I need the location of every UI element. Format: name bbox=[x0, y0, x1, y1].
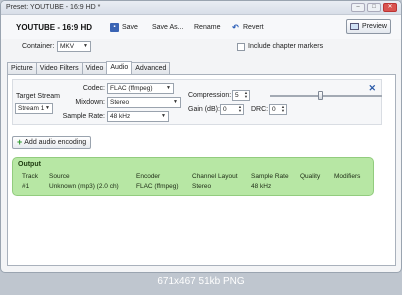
output-header-sample-rate: Sample Rate bbox=[251, 173, 289, 180]
compression-slider-thumb[interactable] bbox=[318, 91, 323, 100]
preset-window: Preset: YOUTUBE - 16:9 HD * – □ ✕ YOUTUB… bbox=[0, 0, 402, 273]
sample-rate-label: Sample Rate: bbox=[62, 113, 105, 120]
target-stream-label: Target Stream bbox=[16, 93, 60, 100]
tab-video-filters[interactable]: Video Filters bbox=[35, 62, 83, 74]
tab-video[interactable]: Video bbox=[81, 62, 108, 74]
container-row: Container: MKV ▼ Include chapter markers bbox=[1, 39, 401, 57]
output-cell-sample-rate: 48 kHz bbox=[251, 183, 272, 190]
plus-icon: + bbox=[17, 137, 23, 147]
compression-value: 5 bbox=[235, 92, 239, 99]
sample-rate-value: 48 kHz bbox=[110, 113, 131, 120]
output-title: Output bbox=[18, 161, 41, 168]
revert-label: Revert bbox=[243, 24, 264, 31]
output-cell-track: #1 bbox=[22, 183, 30, 190]
spinner-arrows-icon: ▲ ▼ bbox=[281, 104, 285, 113]
preview-button[interactable]: Preview bbox=[346, 19, 391, 34]
window-controls: – □ ✕ bbox=[351, 3, 397, 12]
codec-select[interactable]: FLAC (ffmpeg) ▼ bbox=[107, 83, 174, 94]
output-header-channel-layout: Channel Layout bbox=[192, 173, 238, 180]
drc-spinner[interactable]: 0 ▲ ▼ bbox=[269, 104, 287, 115]
preset-name: YOUTUBE - 16:9 HD bbox=[16, 23, 93, 32]
image-caption: 671x467 51kb PNG bbox=[157, 276, 245, 287]
maximize-button[interactable]: □ bbox=[367, 3, 381, 12]
close-button[interactable]: ✕ bbox=[383, 3, 397, 12]
toolbar: YOUTUBE - 16:9 HD ▪ Save Save As... Rena… bbox=[1, 15, 401, 39]
tab-picture[interactable]: Picture bbox=[7, 62, 37, 74]
settings-tabs: Picture Video Filters Video Audio Advanc… bbox=[7, 61, 171, 74]
title-bar: Preset: YOUTUBE - 16:9 HD * – □ ✕ bbox=[1, 1, 401, 15]
compression-label: Compression: bbox=[188, 92, 232, 99]
spinner-arrows-icon: ▲ ▼ bbox=[238, 104, 242, 113]
audio-track-card: ✕ Target Stream Stream 1 ▼ Codec: FLAC (… bbox=[12, 79, 382, 125]
revert-icon: ↶ bbox=[232, 23, 239, 32]
container-select[interactable]: MKV ▼ bbox=[57, 41, 91, 52]
rename-label: Rename bbox=[194, 24, 221, 31]
codec-label: Codec: bbox=[82, 85, 105, 92]
remove-track-icon[interactable]: ✕ bbox=[368, 83, 376, 94]
tab-audio[interactable]: Audio bbox=[106, 61, 133, 74]
drc-value: 0 bbox=[272, 106, 276, 113]
chevron-down-icon: ▼ bbox=[45, 105, 50, 111]
gain-value: 0 bbox=[223, 106, 227, 113]
audio-panel: ✕ Target Stream Stream 1 ▼ Codec: FLAC (… bbox=[7, 74, 396, 266]
output-header-modifiers: Modifiers bbox=[334, 173, 361, 180]
gain-label: Gain (dB): bbox=[188, 106, 220, 113]
mixdown-label: Mixdown: bbox=[75, 99, 105, 106]
save-button[interactable]: ▪ Save bbox=[110, 21, 138, 34]
output-header-encoder: Encoder bbox=[136, 173, 161, 180]
mixdown-value: Stereo bbox=[110, 99, 130, 106]
rename-button[interactable]: Rename bbox=[194, 21, 220, 34]
output-cell-encoder: FLAC (ffmpeg) bbox=[136, 183, 179, 190]
save-label: Save bbox=[122, 24, 138, 31]
preview-icon bbox=[350, 23, 360, 30]
gain-spinner[interactable]: 0 ▲ ▼ bbox=[220, 104, 244, 115]
container-label: Container: bbox=[22, 43, 55, 50]
minimize-button[interactable]: – bbox=[351, 3, 365, 12]
chevron-down-icon: ▼ bbox=[161, 113, 166, 119]
chevron-down-icon: ▼ bbox=[83, 43, 88, 49]
codec-value: FLAC (ffmpeg) bbox=[110, 85, 153, 92]
save-as-button[interactable]: Save As... bbox=[152, 21, 184, 34]
target-stream-value: Stream 1 bbox=[18, 105, 45, 112]
output-header-quality: Quality bbox=[300, 173, 321, 180]
target-stream-select[interactable]: Stream 1 ▼ bbox=[15, 103, 53, 114]
chevron-down-icon: ▼ bbox=[166, 85, 171, 91]
output-header-track: Track bbox=[22, 173, 39, 180]
save-icon: ▪ bbox=[110, 23, 119, 32]
preview-label: Preview bbox=[362, 23, 387, 30]
output-cell-channel-layout: Stereo bbox=[192, 183, 212, 190]
chapter-markers-label: Include chapter markers bbox=[248, 43, 324, 50]
add-audio-encoding-button[interactable]: + Add audio encoding bbox=[12, 136, 92, 149]
chapter-markers-checkbox[interactable] bbox=[237, 43, 245, 51]
output-summary: Output Track Source Encoder Channel Layo… bbox=[12, 157, 374, 196]
container-value: MKV bbox=[60, 43, 75, 50]
revert-button[interactable]: ↶ Revert bbox=[231, 21, 264, 34]
save-as-label: Save As... bbox=[152, 24, 184, 31]
drc-label: DRC: bbox=[251, 106, 269, 113]
chevron-down-icon: ▼ bbox=[173, 99, 178, 105]
window-title: Preset: YOUTUBE - 16:9 HD * bbox=[6, 4, 101, 11]
spinner-arrows-icon: ▲ ▼ bbox=[244, 90, 248, 99]
output-cell-source: Unknown (mp3) (2.0 ch) bbox=[49, 183, 119, 190]
tab-advanced[interactable]: Advanced bbox=[131, 62, 171, 74]
compression-spinner[interactable]: 5 ▲ ▼ bbox=[232, 90, 250, 101]
sample-rate-select[interactable]: 48 kHz ▼ bbox=[107, 111, 169, 122]
compression-slider-track[interactable] bbox=[270, 95, 382, 97]
output-header-source: Source bbox=[49, 173, 70, 180]
add-audio-encoding-label: Add audio encoding bbox=[24, 139, 87, 146]
mixdown-select[interactable]: Stereo ▼ bbox=[107, 97, 181, 108]
